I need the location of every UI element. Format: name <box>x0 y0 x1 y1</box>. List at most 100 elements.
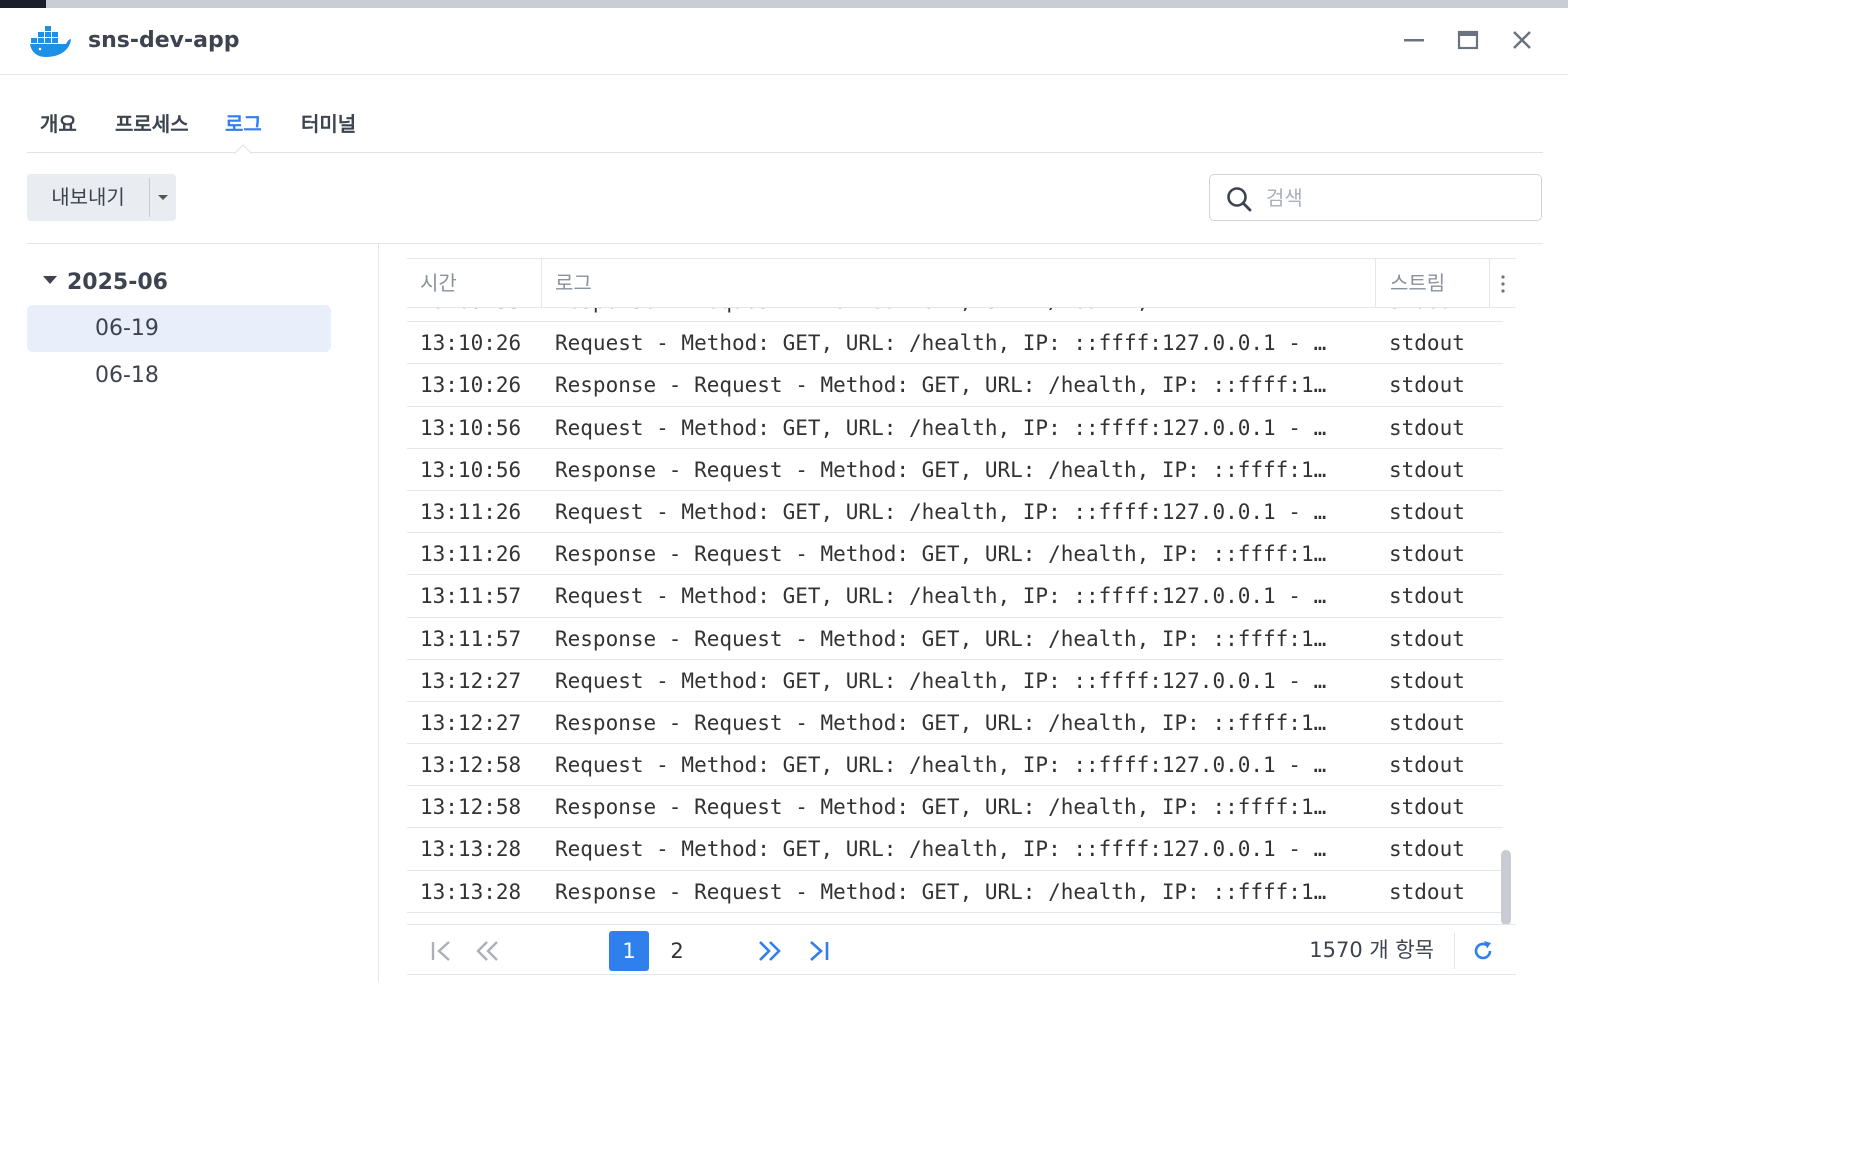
date-sidebar: 2025-06 06-19 06-18 <box>27 244 379 982</box>
last-page-button[interactable] <box>801 933 837 969</box>
item-count: 1570 개 항목 <box>1309 938 1434 962</box>
search-input[interactable] <box>1266 183 1526 213</box>
more-vertical-icon <box>1501 274 1505 293</box>
caret-down-icon <box>43 276 57 284</box>
pagination-divider <box>1454 933 1455 969</box>
column-header-log[interactable]: 로그 <box>541 259 1375 308</box>
page-button-1[interactable]: 1 <box>609 931 649 971</box>
log-table: 시간 로그 스트림 13:09:55 Response - Request - M… <box>407 258 1516 924</box>
table-row[interactable]: 13:10:56 Response - Request - Method: GET… <box>407 449 1503 491</box>
table-row[interactable]: 13:11:57 Request - Method: GET, URL: /hea… <box>407 575 1503 618</box>
page-button-2[interactable]: 2 <box>657 931 697 971</box>
tab-terminal[interactable]: 터미널 <box>301 108 356 137</box>
log-stream-cell: stdout <box>1389 626 1465 651</box>
log-message-cell: Response - Request - Method: GET, URL: /… <box>555 626 1327 651</box>
log-message-cell: Response - Request - Method: GET, URL: /… <box>555 710 1327 735</box>
last-page-icon <box>810 941 829 961</box>
log-time-cell: 13:12:58 <box>420 795 522 820</box>
refresh-button[interactable] <box>1465 933 1501 969</box>
search-box <box>1209 174 1542 221</box>
next-page-button[interactable] <box>752 933 788 969</box>
table-row[interactable]: 13:11:26 Request - Method: GET, URL: /hea… <box>407 491 1503 534</box>
month-label: 2025-06 <box>67 270 168 295</box>
log-time-cell: 13:10:56 <box>420 415 522 440</box>
sidebar-item-date[interactable]: 06-19 <box>27 305 331 352</box>
close-button[interactable] <box>1508 26 1536 54</box>
minimize-button[interactable] <box>1400 26 1428 54</box>
table-row[interactable]: 13:12:58 Request - Method: GET, URL: /hea… <box>407 744 1503 787</box>
log-time-cell: 13:13:28 <box>420 879 522 904</box>
table-row[interactable]: 13:10:56 Request - Method: GET, URL: /hea… <box>407 407 1503 449</box>
table-row[interactable]: 13:10:26 Request - Method: GET, URL: /hea… <box>407 322 1503 365</box>
table-row[interactable]: 13:12:27 Response - Request - Method: GET… <box>407 702 1503 745</box>
table-row[interactable]: 13:11:57 Response - Request - Method: GET… <box>407 618 1503 660</box>
table-row[interactable]: 13:10:26 Response - Request - Method: GET… <box>407 364 1503 407</box>
column-header-time[interactable]: 시간 <box>420 259 540 308</box>
month-group-toggle[interactable]: 2025-06 <box>43 270 168 295</box>
log-message-cell: Request - Method: GET, URL: /health, IP:… <box>555 584 1327 609</box>
log-time-cell: 13:12:27 <box>420 668 522 693</box>
log-message-cell: Request - Method: GET, URL: /health, IP:… <box>555 415 1327 440</box>
title-bar: sns-dev-app <box>0 8 1568 75</box>
log-time-cell: 13:12:58 <box>420 753 522 778</box>
log-message-cell: Request - Method: GET, URL: /health, IP:… <box>555 499 1327 524</box>
vertical-scrollbar[interactable] <box>1501 850 1511 924</box>
table-row[interactable]: 13:12:58 Response - Request - Method: GET… <box>407 786 1503 829</box>
close-icon <box>1513 31 1531 49</box>
log-message-cell: Request - Method: GET, URL: /health, IP:… <box>555 331 1327 356</box>
tab-processes[interactable]: 프로세스 <box>115 108 189 137</box>
log-time-cell: 13:12:27 <box>420 710 522 735</box>
log-stream-cell: stdout <box>1389 668 1465 693</box>
minimize-icon <box>1404 39 1424 42</box>
pagination-bar: 1 2 1570 개 항목 <box>407 924 1516 975</box>
log-stream-cell: stdout <box>1389 795 1465 820</box>
table-row[interactable]: 13:09:55 Response - Request - Method: GET… <box>407 308 1503 323</box>
export-button[interactable]: 내보내기 <box>27 174 149 221</box>
tab-bar: 개요 프로세스 로그 터미널 <box>27 75 1543 154</box>
log-time-cell: 13:09:55 <box>420 308 540 322</box>
log-message-cell: Response - Request - Method: GET, URL: /… <box>555 542 1327 567</box>
log-stream-cell: stdout <box>1389 499 1465 524</box>
column-menu-button[interactable] <box>1489 259 1516 308</box>
log-stream-cell: stdout <box>1389 457 1465 482</box>
log-message-cell: Response - Request - Method: GET, URL: /… <box>555 308 1363 322</box>
first-page-button[interactable] <box>424 933 460 969</box>
table-header: 시간 로그 스트림 <box>407 259 1516 308</box>
log-time-cell: 13:11:57 <box>420 584 522 609</box>
maximize-icon <box>1457 30 1479 50</box>
table-row[interactable]: 13:13:28 Response - Request - Method: GET… <box>407 871 1503 913</box>
tab-overview[interactable]: 개요 <box>40 108 77 137</box>
log-message-cell: Request - Method: GET, URL: /health, IP:… <box>555 753 1327 778</box>
log-time-cell: 13:10:26 <box>420 373 522 398</box>
log-time-cell: 13:11:26 <box>420 542 522 567</box>
log-stream-cell: stdout <box>1389 710 1465 735</box>
caret-down-icon <box>158 194 168 200</box>
previous-page-button[interactable] <box>469 933 505 969</box>
log-time-cell: 13:13:28 <box>420 837 522 862</box>
table-body: 13:09:55 Response - Request - Method: GET… <box>407 308 1516 924</box>
log-message-cell: Response - Request - Method: GET, URL: /… <box>555 457 1327 482</box>
window-title: sns-dev-app <box>88 28 240 53</box>
double-chevron-left-icon <box>476 941 498 961</box>
refresh-icon <box>1474 941 1492 960</box>
table-row[interactable]: 13:13:28 Request - Method: GET, URL: /hea… <box>407 828 1503 871</box>
maximize-button[interactable] <box>1454 26 1482 54</box>
export-split-button: 내보내기 <box>27 174 176 221</box>
log-time-cell: 13:10:56 <box>420 457 522 482</box>
log-stream-cell: stdout <box>1389 879 1465 904</box>
search-icon <box>1227 187 1252 212</box>
column-header-stream[interactable]: 스트림 <box>1375 259 1489 308</box>
log-stream-cell: stdout <box>1389 331 1465 356</box>
export-dropdown-button[interactable] <box>150 174 176 221</box>
container-window: sns-dev-app 개요 프로세스 로그 터미널 내보내기 2025-06 … <box>0 8 1568 982</box>
table-row[interactable]: 13:12:27 Request - Method: GET, URL: /hea… <box>407 660 1503 702</box>
log-message-cell: Request - Method: GET, URL: /health, IP:… <box>555 837 1327 862</box>
sidebar-item-date[interactable]: 06-18 <box>27 352 331 399</box>
tab-logs[interactable]: 로그 <box>225 108 262 137</box>
log-stream-cell: stdout <box>1389 837 1465 862</box>
log-message-cell: Response - Request - Method: GET, URL: /… <box>555 795 1327 820</box>
log-message-cell: Response - Request - Method: GET, URL: /… <box>555 373 1327 398</box>
table-row[interactable]: 13:11:26 Response - Request - Method: GET… <box>407 533 1503 576</box>
log-time-cell: 13:11:26 <box>420 499 522 524</box>
log-time-cell: 13:10:26 <box>420 331 522 356</box>
